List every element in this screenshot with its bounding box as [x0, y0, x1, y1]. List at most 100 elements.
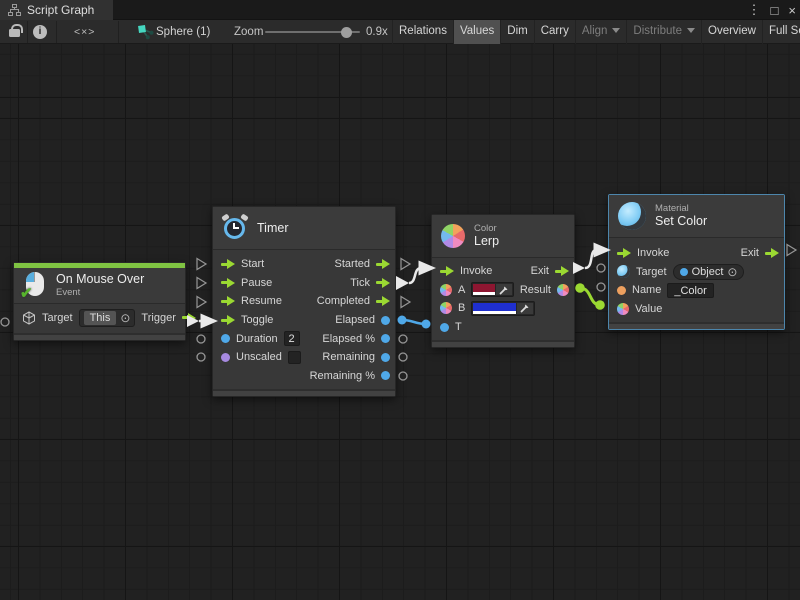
- script-graph-window: Script Graph ⋮ □ × i <×> Sphere (1) Zoom…: [0, 0, 800, 600]
- started-port-icon[interactable]: [376, 259, 390, 270]
- remaining-percent-port-icon[interactable]: [381, 371, 390, 380]
- object-picker-icon[interactable]: ⊙: [120, 312, 130, 324]
- eyedropper-icon[interactable]: [496, 284, 512, 295]
- timer-row: Start Started: [213, 255, 395, 274]
- info-icon[interactable]: i: [33, 25, 47, 39]
- invoke-port-icon[interactable]: [440, 266, 454, 277]
- elapsed-percent-port-icon[interactable]: [381, 334, 390, 343]
- name-port-icon[interactable]: [617, 286, 626, 295]
- script-graph-icon: [8, 4, 21, 16]
- timer-row: Unscaled Remaining: [213, 348, 395, 367]
- relations-button[interactable]: Relations: [392, 20, 453, 44]
- dim-button[interactable]: Dim: [500, 20, 533, 44]
- tick-port-icon[interactable]: [376, 277, 390, 288]
- graph-asset-icon: [138, 25, 155, 40]
- color-b-swatch[interactable]: [473, 303, 516, 314]
- color-a-port-icon[interactable]: [440, 284, 452, 296]
- node-subtitle: Event: [56, 287, 144, 299]
- exit-port-icon[interactable]: [555, 266, 569, 277]
- distribute-dropdown[interactable]: Distribute: [626, 20, 701, 44]
- set-color-row: Target Object ⊙: [609, 263, 784, 282]
- zoom-label: Zoom: [234, 25, 263, 40]
- cube-icon: [22, 311, 36, 325]
- trigger-port-label: Trigger: [141, 312, 175, 324]
- set-color-row: Value: [609, 300, 784, 319]
- graph-toolbar: i <×> Sphere (1) Zoom 0.9x Relations Val…: [0, 20, 800, 44]
- node-footer: [609, 322, 784, 329]
- node-category: Material: [655, 203, 707, 214]
- node-category: Color: [474, 223, 499, 234]
- fullscreen-button[interactable]: Full Screen: [762, 20, 800, 44]
- value-port-icon[interactable]: [617, 303, 629, 315]
- name-value-field[interactable]: _Color: [667, 283, 713, 298]
- node-on-mouse-over[interactable]: ✔ On Mouse Over Event Target This ⊙ Trig…: [13, 262, 186, 341]
- values-button[interactable]: Values: [453, 20, 500, 44]
- set-color-row: Name _Color: [609, 281, 784, 300]
- toggle-port-icon[interactable]: [221, 315, 235, 326]
- target-object-field[interactable]: Object ⊙: [673, 264, 745, 280]
- check-icon: ✔: [20, 284, 33, 302]
- duration-value-field[interactable]: 2: [284, 331, 300, 346]
- remaining-port-icon[interactable]: [381, 353, 390, 362]
- resume-port-icon[interactable]: [221, 296, 235, 307]
- color-b-field[interactable]: [471, 301, 535, 316]
- caret-down-icon: [612, 28, 620, 33]
- elapsed-port-icon[interactable]: [381, 316, 390, 325]
- node-footer: [213, 389, 395, 396]
- trigger-port-icon[interactable]: [182, 312, 196, 323]
- overview-button[interactable]: Overview: [701, 20, 762, 44]
- timer-icon: [222, 215, 248, 241]
- zoom-slider[interactable]: [265, 31, 360, 33]
- toolbar-target-name[interactable]: Sphere (1): [156, 25, 210, 40]
- timer-row: Pause Tick: [213, 274, 395, 293]
- maximize-icon[interactable]: □: [771, 3, 779, 18]
- node-timer[interactable]: Timer Start Started Pause Tick Resume Co…: [212, 206, 396, 397]
- window-tab-bar: Script Graph ⋮ □ ×: [0, 0, 800, 20]
- timer-row: Remaining %: [213, 367, 395, 386]
- caret-down-icon: [687, 28, 695, 33]
- lerp-row: A Result: [432, 281, 574, 300]
- kebab-menu-icon[interactable]: ⋮: [748, 2, 761, 18]
- pause-port-icon[interactable]: [221, 277, 235, 288]
- color-b-port-icon[interactable]: [440, 302, 452, 314]
- material-sphere-icon: [618, 202, 646, 230]
- node-footer: [432, 340, 574, 347]
- timer-row: Resume Completed: [213, 292, 395, 311]
- start-port-icon[interactable]: [221, 259, 235, 270]
- lerp-row: T: [432, 318, 574, 337]
- unscaled-port-icon[interactable]: [221, 353, 230, 362]
- tab-script-graph[interactable]: Script Graph: [0, 0, 113, 20]
- timer-row: Toggle Elapsed: [213, 311, 395, 330]
- object-picker-icon[interactable]: ⊙: [727, 266, 737, 278]
- invoke-port-icon[interactable]: [617, 248, 631, 259]
- node-title: Set Color: [655, 214, 707, 229]
- close-icon[interactable]: ×: [788, 3, 796, 18]
- duration-port-icon[interactable]: [221, 334, 230, 343]
- node-set-color[interactable]: Material Set Color Invoke Exit Target Ob…: [608, 194, 785, 330]
- eyedropper-icon[interactable]: [517, 303, 533, 314]
- target-port-label: Target: [42, 312, 73, 324]
- carry-button[interactable]: Carry: [534, 20, 575, 44]
- zoom-value: 0.9x: [366, 25, 388, 40]
- exit-port-icon[interactable]: [765, 248, 779, 259]
- color-a-field[interactable]: [471, 282, 513, 297]
- t-port-icon[interactable]: [440, 323, 449, 332]
- align-dropdown[interactable]: Align: [575, 20, 627, 44]
- zoom-slider-handle[interactable]: [341, 27, 352, 38]
- lock-icon[interactable]: [9, 29, 20, 37]
- node-footer: [14, 333, 185, 340]
- target-port-icon[interactable]: [617, 265, 630, 278]
- target-object-field[interactable]: This ⊙: [79, 309, 136, 327]
- node-title: Lerp: [474, 234, 499, 249]
- toolbar-buttons: Relations Values Dim Carry Align Distrib…: [392, 20, 800, 44]
- color-a-swatch[interactable]: [473, 284, 494, 295]
- unscaled-checkbox[interactable]: [288, 351, 301, 364]
- completed-port-icon[interactable]: [376, 296, 390, 307]
- result-port-icon[interactable]: [557, 284, 569, 296]
- mouse-over-icon: ✔: [23, 272, 47, 299]
- node-color-lerp[interactable]: Color Lerp Invoke Exit A Resu: [431, 214, 575, 348]
- tab-title: Script Graph: [27, 3, 94, 17]
- code-icon[interactable]: <×>: [74, 24, 95, 40]
- node-title: On Mouse Over: [56, 272, 144, 287]
- set-color-row: Invoke Exit: [609, 244, 784, 263]
